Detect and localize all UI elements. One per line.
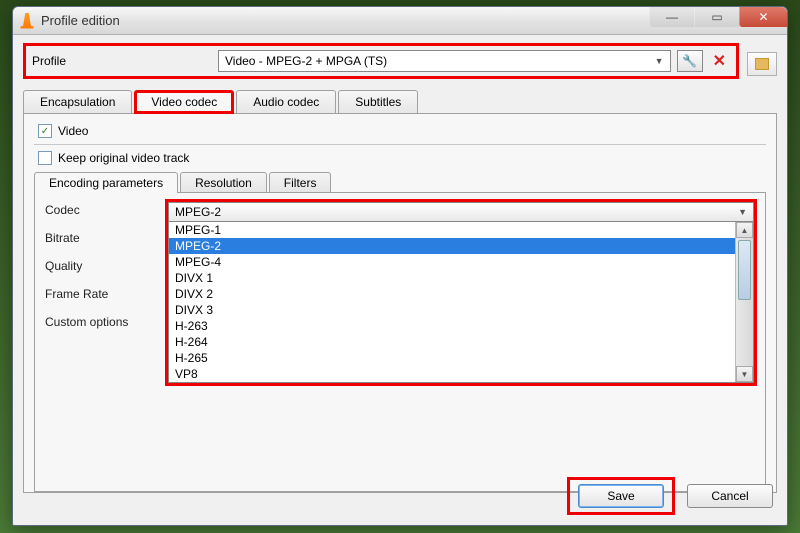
subtab-resolution[interactable]: Resolution — [180, 172, 267, 193]
window-controls: — ▭ ✕ — [649, 7, 787, 27]
video-codec-panel: Video Keep original video track Encoding… — [23, 113, 777, 493]
codec-option[interactable]: VP8 — [169, 366, 735, 382]
video-checkbox-label: Video — [58, 124, 88, 138]
wrench-icon: 🔧 — [682, 54, 697, 68]
codec-dropdown: MPEG-2 ▼ MPEG-1MPEG-2MPEG-4DIVX 1DIVX 2D… — [165, 199, 757, 386]
scroll-track[interactable] — [736, 302, 753, 366]
tab-audio-codec[interactable]: Audio codec — [236, 90, 336, 114]
form-labels: Codec Bitrate Quality Frame Rate Custom … — [45, 203, 128, 329]
chevron-down-icon: ▼ — [655, 56, 664, 66]
vlc-cone-icon — [19, 13, 35, 29]
encoding-subtabs: Encoding parameters Resolution Filters — [34, 171, 766, 192]
codec-label: Codec — [45, 203, 128, 217]
client-area: Profile Video - MPEG-2 + MPGA (TS) ▼ 🔧 ✕… — [13, 35, 787, 501]
codec-list: MPEG-1MPEG-2MPEG-4DIVX 1DIVX 2DIVX 3H-26… — [168, 222, 754, 383]
framerate-label: Frame Rate — [45, 287, 128, 301]
save-button[interactable]: Save — [578, 484, 664, 508]
keep-original-row: Keep original video track — [38, 151, 766, 165]
scroll-down-button[interactable]: ▼ — [736, 366, 753, 382]
divider — [34, 144, 766, 145]
new-profile-button[interactable] — [747, 52, 777, 76]
subtab-filters[interactable]: Filters — [269, 172, 332, 193]
new-profile-icon — [755, 58, 769, 70]
delete-profile-button[interactable]: ✕ — [709, 51, 730, 71]
codec-option[interactable]: H-263 — [169, 318, 735, 334]
quality-label: Quality — [45, 259, 128, 273]
save-highlight: Save — [567, 477, 675, 515]
video-checkbox-row: Video — [38, 124, 766, 138]
codec-select[interactable]: MPEG-2 ▼ — [168, 202, 754, 222]
tab-subtitles[interactable]: Subtitles — [338, 90, 418, 114]
codec-option[interactable]: MPEG-1 — [169, 222, 735, 238]
profile-edition-window: Profile edition — ▭ ✕ Profile Video - MP… — [12, 6, 788, 526]
scrollbar[interactable]: ▲ ▼ — [735, 222, 753, 382]
tab-encapsulation[interactable]: Encapsulation — [23, 90, 132, 114]
codec-selected-text: MPEG-2 — [175, 205, 221, 219]
encoding-parameters-panel: Codec Bitrate Quality Frame Rate Custom … — [34, 192, 766, 492]
keep-original-label: Keep original video track — [58, 151, 189, 165]
codec-option[interactable]: MPEG-4 — [169, 254, 735, 270]
dialog-footer: Save Cancel — [567, 477, 773, 515]
keep-original-checkbox[interactable] — [38, 151, 52, 165]
profile-selected-text: Video - MPEG-2 + MPGA (TS) — [225, 54, 387, 68]
scroll-thumb[interactable] — [738, 240, 751, 300]
codec-option[interactable]: DIVX 3 — [169, 302, 735, 318]
profile-select[interactable]: Video - MPEG-2 + MPGA (TS) ▼ — [218, 50, 671, 72]
video-checkbox[interactable] — [38, 124, 52, 138]
close-button[interactable]: ✕ — [739, 7, 787, 27]
main-tabs: Encapsulation Video codec Audio codec Su… — [23, 89, 777, 113]
tab-video-codec[interactable]: Video codec — [134, 90, 234, 114]
cancel-button[interactable]: Cancel — [687, 484, 773, 508]
chevron-down-icon: ▼ — [738, 207, 747, 217]
scroll-up-button[interactable]: ▲ — [736, 222, 753, 238]
codec-options: MPEG-1MPEG-2MPEG-4DIVX 1DIVX 2DIVX 3H-26… — [169, 222, 735, 382]
bitrate-label: Bitrate — [45, 231, 128, 245]
codec-option[interactable]: MPEG-2 — [169, 238, 735, 254]
window-title: Profile edition — [41, 13, 120, 28]
edit-profile-button[interactable]: 🔧 — [677, 50, 703, 72]
codec-option[interactable]: H-264 — [169, 334, 735, 350]
profile-row: Profile Video - MPEG-2 + MPGA (TS) ▼ 🔧 ✕ — [23, 43, 739, 79]
maximize-button[interactable]: ▭ — [694, 7, 739, 27]
minimize-button[interactable]: — — [649, 7, 694, 27]
profile-label: Profile — [32, 54, 212, 68]
codec-option[interactable]: DIVX 2 — [169, 286, 735, 302]
subtab-encoding[interactable]: Encoding parameters — [34, 172, 178, 193]
custom-options-label: Custom options — [45, 315, 128, 329]
titlebar: Profile edition — ▭ ✕ — [13, 7, 787, 35]
codec-option[interactable]: H-265 — [169, 350, 735, 366]
codec-option[interactable]: DIVX 1 — [169, 270, 735, 286]
